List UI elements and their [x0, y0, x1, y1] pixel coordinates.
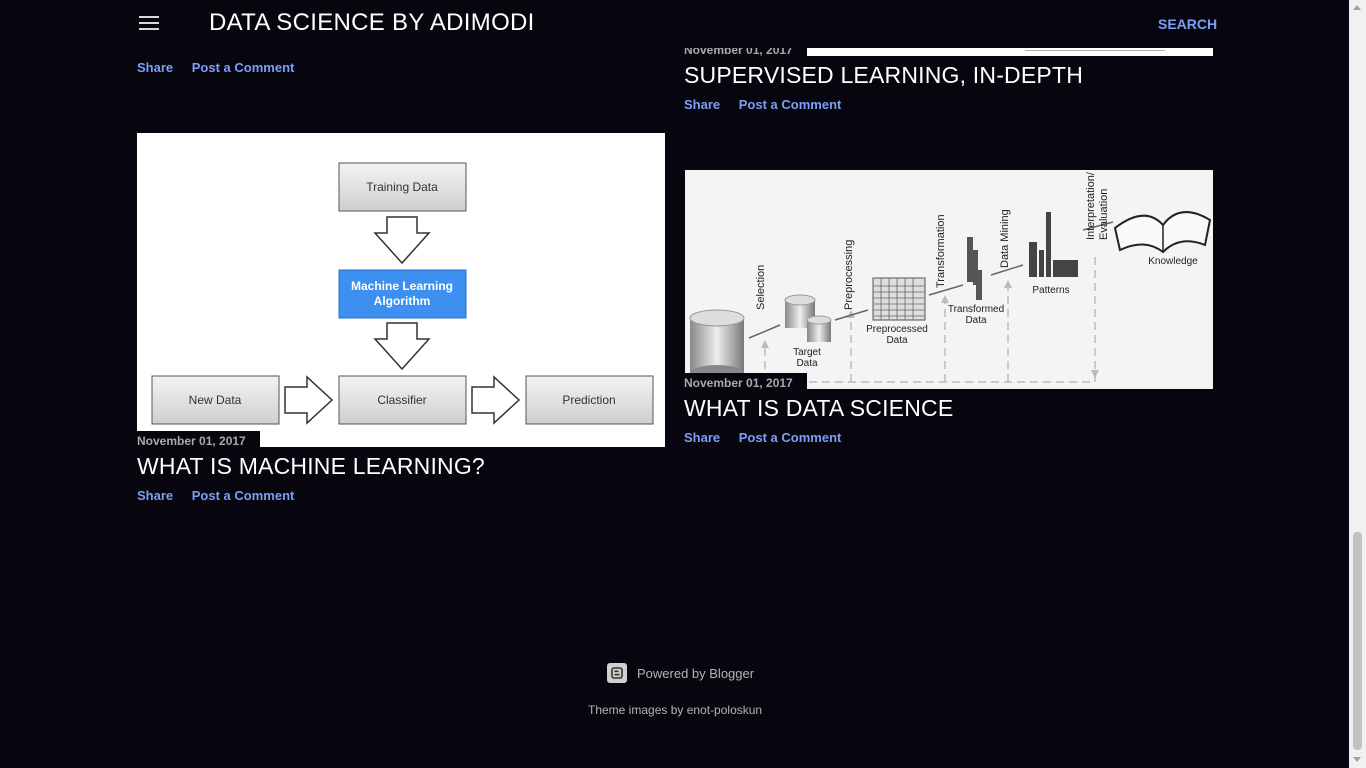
scroll-up-icon[interactable]	[1353, 5, 1361, 10]
preprocessed-label: Preprocessed	[866, 324, 928, 335]
post-comment-link[interactable]: Post a Comment	[739, 430, 842, 445]
post-comment-link[interactable]: Post a Comment	[739, 97, 842, 112]
algorithm-label-1: Machine Learning	[351, 279, 453, 293]
post-comment-link[interactable]: Post a Comment	[192, 60, 295, 75]
arrow-right-icon	[284, 375, 334, 425]
post-title[interactable]: WHAT IS DATA SCIENCE	[684, 395, 953, 422]
patterns-label: Patterns	[1032, 285, 1069, 296]
arrow-down-icon	[373, 216, 431, 265]
search-button[interactable]: SEARCH	[1158, 16, 1217, 32]
step-data-mining: Data Mining	[999, 209, 1011, 268]
share-link[interactable]: Share	[684, 97, 720, 112]
transformed-label-2: Data	[965, 315, 987, 326]
arrow-down-icon	[373, 322, 431, 371]
share-link[interactable]: Share	[137, 488, 173, 503]
ml-diagram: Training Data Machine Learning Algorithm…	[151, 162, 654, 425]
blog-title[interactable]: DATA SCIENCE BY ADIMODI	[209, 9, 535, 37]
arrow-right-icon	[471, 375, 521, 425]
preprocessed-label-2: Data	[886, 335, 908, 346]
transformed-label: Transformed	[948, 304, 1004, 315]
new-data-label: New Data	[189, 393, 242, 407]
training-data-label: Training Data	[366, 180, 438, 194]
step-evaluation: Evaluation	[1098, 189, 1110, 240]
share-link[interactable]: Share	[137, 60, 173, 75]
post-thumbnail[interactable]: Selection Preprocessing Transformation D…	[685, 170, 1213, 389]
header-bar: DATA SCIENCE BY ADIMODI SEARCH	[0, 0, 1349, 48]
post-thumbnail[interactable]: Training Data Machine Learning Algorithm…	[137, 133, 665, 447]
powered-by-text: Powered by Blogger	[637, 665, 755, 681]
post-date: November 01, 2017	[684, 373, 807, 393]
step-transformation: Transformation	[935, 214, 947, 288]
post-actions: Share Post a Comment	[684, 97, 856, 112]
kdd-diagram: Selection Preprocessing Transformation D…	[689, 171, 1212, 383]
target-data-label: Target	[793, 347, 821, 358]
target-data-label-2: Data	[796, 358, 818, 369]
hamburger-menu-icon[interactable]	[139, 16, 159, 32]
algorithm-label-2: Algorithm	[374, 294, 431, 308]
powered-by[interactable]: Powered by Blogger	[607, 663, 754, 683]
step-interpretation: Interpretation/	[1085, 171, 1097, 240]
post-date: November 01, 2017	[137, 431, 260, 451]
classifier-label: Classifier	[377, 393, 426, 407]
post-title[interactable]: SUPERVISED LEARNING, IN-DEPTH	[684, 62, 1083, 89]
scrollbar-thumb[interactable]	[1353, 532, 1362, 750]
theme-credit: Theme images by enot-poloskun	[588, 703, 763, 717]
post-actions: Share Post a Comment	[684, 430, 856, 445]
post-title[interactable]: WHAT IS MACHINE LEARNING?	[137, 453, 485, 480]
scrollbar[interactable]	[1349, 0, 1366, 768]
post-actions: Share Post a Comment	[137, 488, 309, 503]
knowledge-label: Knowledge	[1148, 256, 1198, 267]
post-comment-link[interactable]: Post a Comment	[192, 488, 295, 503]
prediction-label: Prediction	[562, 393, 615, 407]
scroll-down-icon[interactable]	[1353, 757, 1361, 762]
share-link[interactable]: Share	[684, 430, 720, 445]
post-actions: Share Post a Comment	[137, 60, 309, 75]
step-selection: Selection	[755, 265, 767, 310]
step-preprocessing: Preprocessing	[843, 240, 855, 310]
blogger-icon	[607, 663, 627, 683]
